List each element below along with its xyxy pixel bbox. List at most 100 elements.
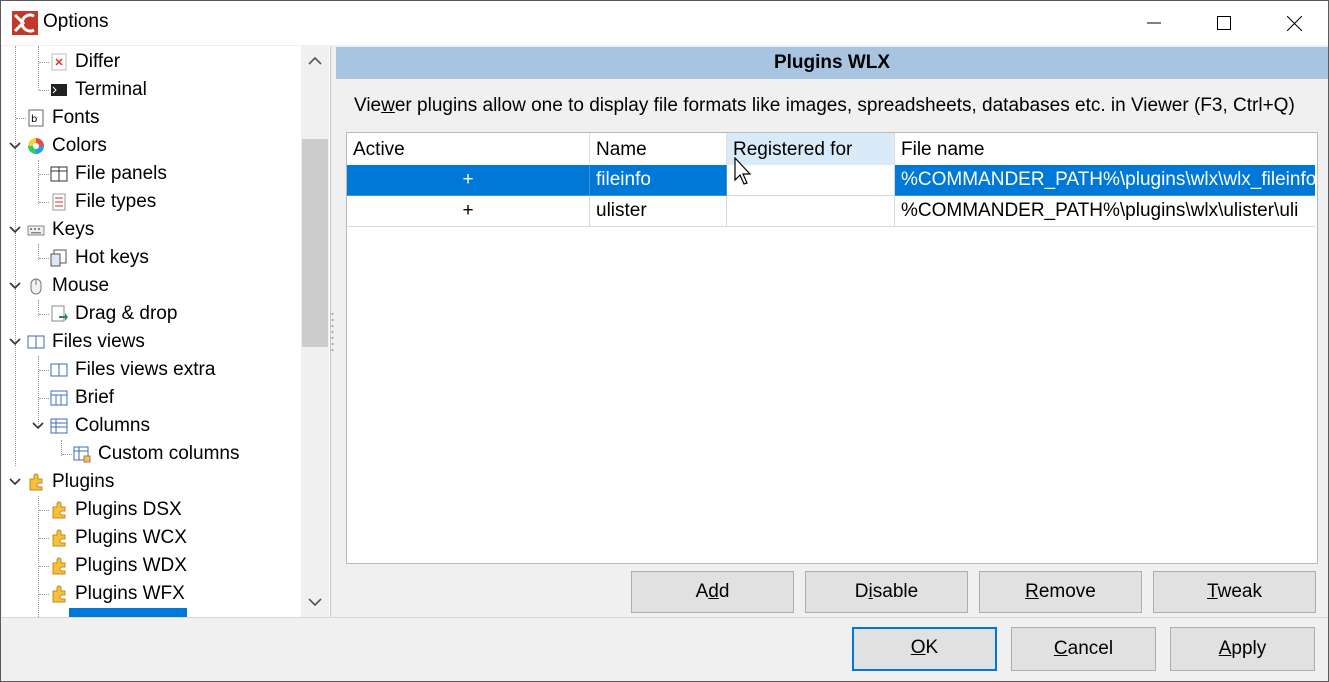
tree-item-label: Terminal: [75, 79, 147, 100]
tree-item-file-types[interactable]: File types: [50, 188, 156, 216]
minimize-button[interactable]: [1119, 1, 1189, 45]
file-types-icon: [52, 193, 66, 211]
collapse-files-views-icon[interactable]: [8, 335, 22, 349]
mouse-cursor-icon: [734, 157, 752, 185]
ok-button[interactable]: OK: [852, 627, 997, 671]
columns-icon: [50, 418, 68, 434]
column-header-active[interactable]: Active: [347, 133, 590, 165]
custom-columns-icon: [73, 446, 91, 463]
cell-name[interactable]: ulister: [590, 196, 727, 227]
tree-item-label: Fonts: [52, 107, 100, 128]
scroll-down-icon[interactable]: [308, 597, 322, 607]
tree-item-columns[interactable]: Columns: [50, 412, 150, 440]
cell-active[interactable]: +: [347, 165, 590, 196]
double-commander-icon: [12, 11, 38, 35]
tree-item-label: Hot keys: [75, 247, 149, 268]
hot-keys-icon: [50, 249, 67, 267]
disable-button[interactable]: Disable: [805, 571, 968, 613]
column-header-file-name[interactable]: File name: [895, 133, 1317, 165]
tree-item-plugins-wfx[interactable]: Plugins WFX: [50, 580, 185, 608]
cell-active[interactable]: +: [347, 196, 590, 227]
tree-item-label: Plugins: [52, 471, 115, 492]
remove-button[interactable]: Remove: [979, 571, 1142, 613]
add-button[interactable]: Add: [631, 571, 794, 613]
column-header-name[interactable]: Name: [590, 133, 727, 165]
title-bar: Options: [1, 1, 1328, 45]
tree-item-label: Brief: [75, 387, 115, 408]
maximize-button[interactable]: [1189, 1, 1259, 45]
options-window: Options Differ Terminal b Fonts Colors F…: [0, 0, 1329, 682]
tree-item-keys[interactable]: Keys: [27, 216, 94, 244]
tree-item-plugins[interactable]: Plugins: [27, 468, 114, 496]
plugin-icon: [52, 557, 66, 575]
tree-item-plugins-wcx[interactable]: Plugins WCX: [50, 524, 187, 552]
keys-icon: [27, 225, 45, 236]
tree-item-label: Drag & drop: [75, 303, 178, 324]
tree-item-hot-keys[interactable]: Hot keys: [50, 244, 149, 272]
collapse-columns-icon[interactable]: [31, 419, 45, 433]
minimize-icon: [1147, 22, 1161, 24]
tree-item-files-views-extra[interactable]: Files views extra: [50, 356, 215, 384]
tree-item-file-panels[interactable]: File panels: [50, 160, 167, 188]
tree-item-label: Colors: [52, 135, 107, 156]
page-title: Plugins WLX: [336, 47, 1328, 79]
mouse-icon: [30, 278, 42, 295]
plugin-icon: [29, 473, 43, 491]
tree-item-files-views[interactable]: Files views: [27, 328, 145, 356]
tree-item-label: Custom columns: [98, 443, 240, 464]
cancel-button[interactable]: Cancel: [1011, 627, 1156, 671]
close-icon: [1286, 15, 1302, 31]
tree-item-label: Files views: [52, 331, 145, 352]
maximize-icon: [1217, 16, 1231, 30]
options-tree[interactable]: Differ Terminal b Fonts Colors File pane…: [2, 46, 331, 617]
cell-file-name[interactable]: %COMMANDER_PATH%\plugins\wlx\ulister\uli: [895, 196, 1315, 227]
plugin-icon: [52, 585, 66, 603]
tree-item-label: Plugins WFX: [75, 583, 185, 604]
collapse-keys-icon[interactable]: [8, 223, 22, 237]
tree-scrollbar-thumb[interactable]: [302, 139, 328, 347]
tree-item-plugins-wlx-selected[interactable]: [69, 608, 187, 617]
window-title: Options: [43, 11, 109, 32]
tree-item-plugins-wdx[interactable]: Plugins WDX: [50, 552, 187, 580]
tree-item-brief[interactable]: Brief: [50, 384, 114, 412]
tree-item-fonts[interactable]: b Fonts: [27, 104, 100, 132]
plugin-icon: [52, 529, 66, 547]
file-panels-icon: [50, 166, 68, 182]
tree-item-label: File panels: [75, 163, 167, 184]
tree-item-label: Mouse: [52, 275, 110, 296]
collapse-plugins-icon[interactable]: [8, 475, 22, 489]
fonts-icon: b: [28, 109, 44, 127]
close-button[interactable]: [1259, 1, 1328, 45]
tree-item-drag-drop[interactable]: Drag & drop: [50, 300, 177, 328]
colors-icon: [28, 138, 44, 154]
cell-name[interactable]: fileinfo: [590, 165, 727, 196]
splitter-grip[interactable]: [331, 311, 334, 355]
divider: [1, 617, 1328, 618]
tree-item-label: Plugins WDX: [75, 555, 187, 576]
drag-drop-icon: [51, 305, 68, 322]
tree-item-label: Plugins WCX: [75, 527, 187, 548]
tree-item-colors[interactable]: Colors: [27, 132, 107, 160]
plugins-grid[interactable]: Active Name Registered for File name + f…: [346, 132, 1318, 564]
tree-item-label: Plugins DSX: [75, 499, 182, 520]
plugin-icon: [52, 501, 66, 519]
svg-text:b: b: [31, 114, 37, 125]
terminal-icon: [51, 84, 67, 96]
tweak-button[interactable]: Tweak: [1153, 571, 1316, 613]
tree-item-plugins-dsx[interactable]: Plugins DSX: [50, 496, 182, 524]
cell-file-name[interactable]: %COMMANDER_PATH%\plugins\wlx\wlx_fileinf…: [895, 165, 1315, 196]
tree-item-label: Keys: [52, 219, 95, 240]
tree-item-custom-columns[interactable]: Custom columns: [73, 440, 240, 468]
tree-item-differ[interactable]: Differ: [50, 48, 120, 76]
apply-button[interactable]: Apply: [1170, 627, 1315, 671]
tree-item-terminal[interactable]: Terminal: [50, 76, 147, 104]
collapse-mouse-icon[interactable]: [8, 279, 22, 293]
differ-icon: [51, 53, 67, 71]
scroll-up-icon[interactable]: [308, 56, 322, 66]
files-views-icon: [27, 335, 45, 349]
collapse-colors-icon[interactable]: [8, 139, 22, 153]
cell-registered-for[interactable]: [727, 196, 895, 227]
files-views-extra-icon: [50, 363, 68, 377]
brief-icon: [50, 390, 68, 406]
tree-item-mouse[interactable]: Mouse: [27, 272, 109, 300]
